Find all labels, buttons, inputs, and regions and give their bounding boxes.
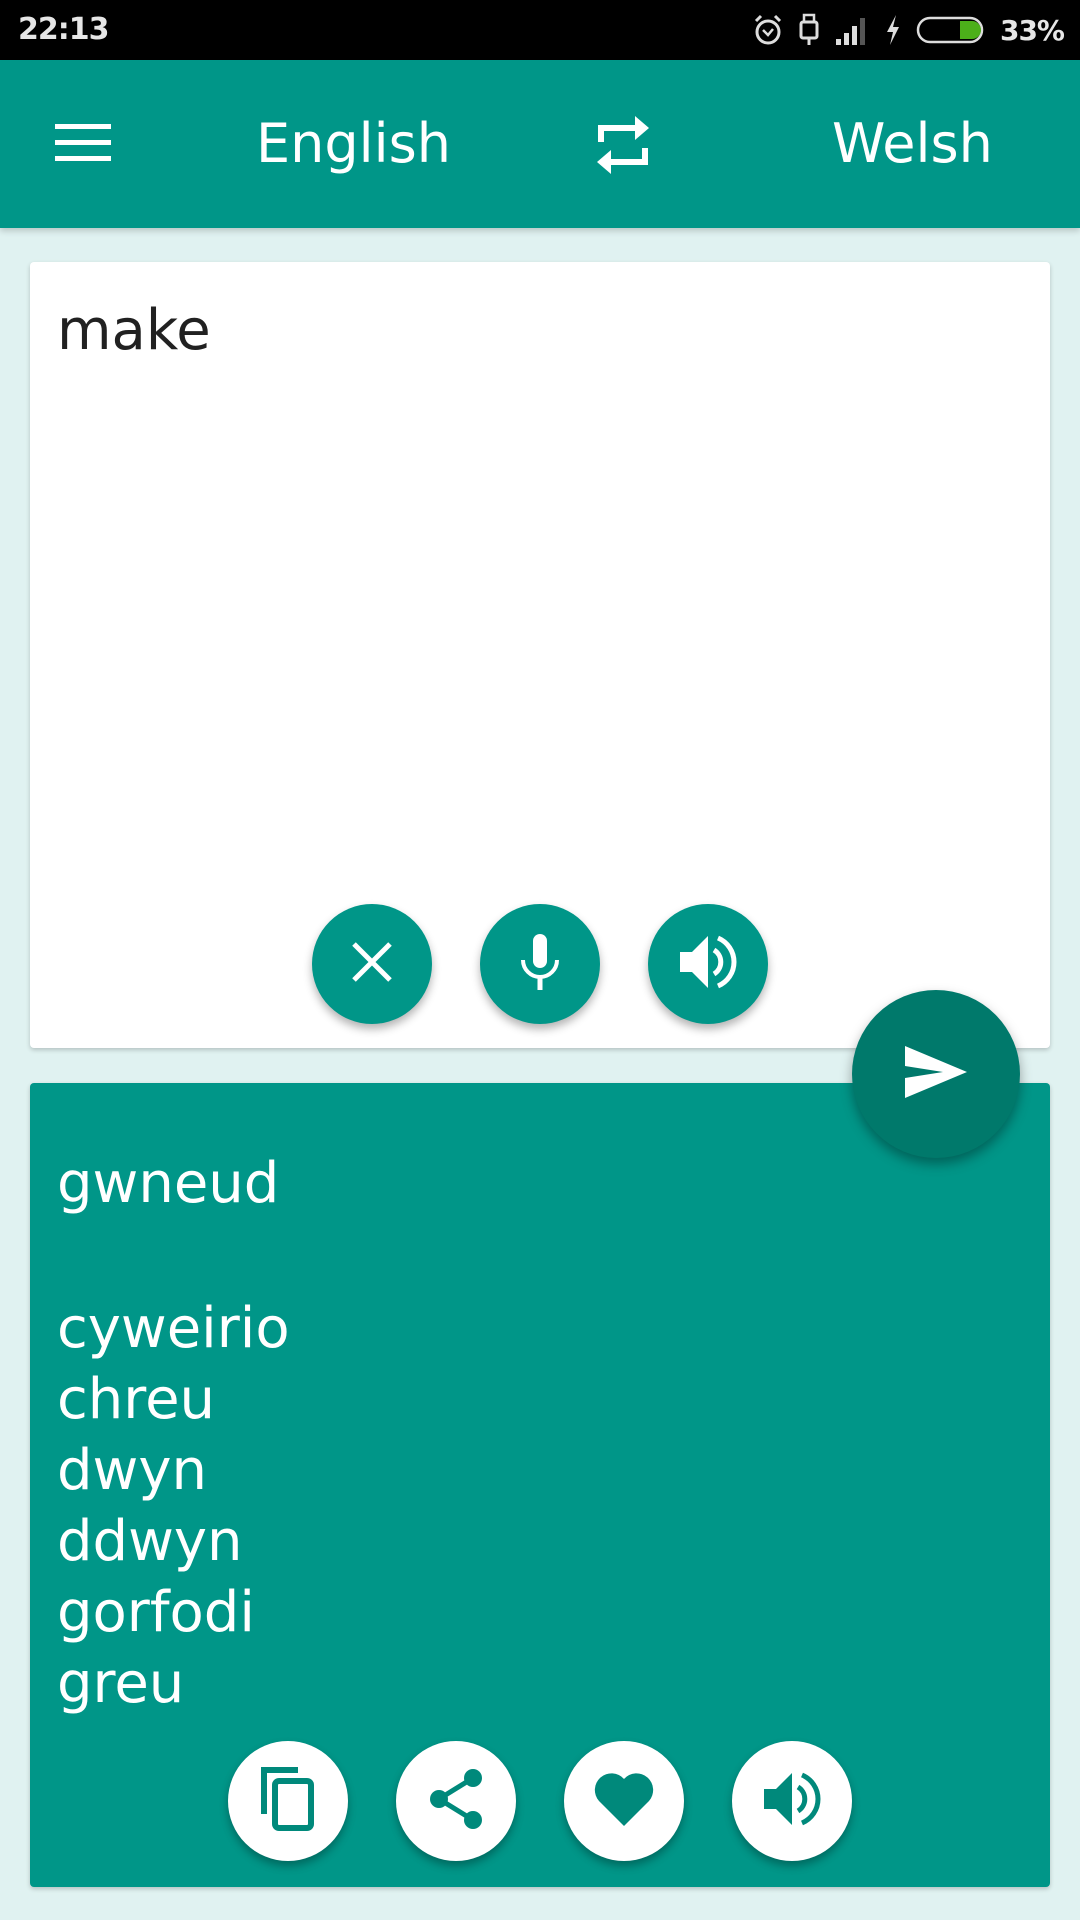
status-time: 22:13: [18, 12, 109, 47]
speak-input-button[interactable]: [648, 904, 768, 1024]
voice-input-button[interactable]: [480, 904, 600, 1024]
alternative-translation: dwyn: [57, 1438, 207, 1503]
alternative-translation: gorfodi: [57, 1580, 255, 1645]
swap-languages-button[interactable]: [586, 112, 660, 182]
speak-output-button[interactable]: [732, 1741, 852, 1861]
battery-percent: 33%: [999, 13, 1065, 47]
signal-icon: [834, 15, 870, 45]
alarm-icon: [752, 13, 784, 47]
copy-button[interactable]: [228, 1741, 348, 1861]
speaker-icon: [762, 1771, 822, 1832]
alternative-translation: greu: [57, 1651, 185, 1716]
target-language-selector[interactable]: Welsh: [832, 112, 993, 175]
battery-icon: [916, 15, 986, 45]
usb-icon: [798, 13, 820, 47]
heart-icon: [593, 1770, 655, 1833]
status-bar: 22:13 33%: [0, 0, 1080, 60]
clear-button[interactable]: [312, 904, 432, 1024]
copy-icon: [260, 1766, 316, 1837]
source-language-selector[interactable]: English: [256, 112, 451, 175]
app-bar: English Welsh: [0, 60, 1080, 228]
close-icon: [350, 940, 394, 989]
speaker-icon: [678, 934, 738, 995]
input-card: make: [30, 262, 1050, 1048]
source-text-input[interactable]: make: [57, 298, 211, 363]
alternative-translations: cyweirio chreu dwyn ddwyn gorfodi greu: [57, 1293, 290, 1719]
translate-button[interactable]: [852, 990, 1020, 1158]
send-icon: [903, 1044, 969, 1105]
menu-button[interactable]: [40, 110, 126, 180]
alternative-translation: cyweirio: [57, 1296, 290, 1361]
share-button[interactable]: [396, 1741, 516, 1861]
favorite-button[interactable]: [564, 1741, 684, 1861]
share-icon: [427, 1768, 485, 1835]
primary-translation: gwneud: [57, 1151, 280, 1216]
alternative-translation: chreu: [57, 1367, 216, 1432]
alternative-translation: ddwyn: [57, 1509, 243, 1574]
charging-icon: [884, 14, 902, 46]
status-icons: 33%: [752, 10, 1065, 50]
menu-icon: [55, 122, 111, 169]
output-card: gwneud cyweirio chreu dwyn ddwyn gorfodi…: [30, 1083, 1050, 1887]
microphone-icon: [518, 932, 562, 997]
swap-icon: [595, 114, 651, 181]
